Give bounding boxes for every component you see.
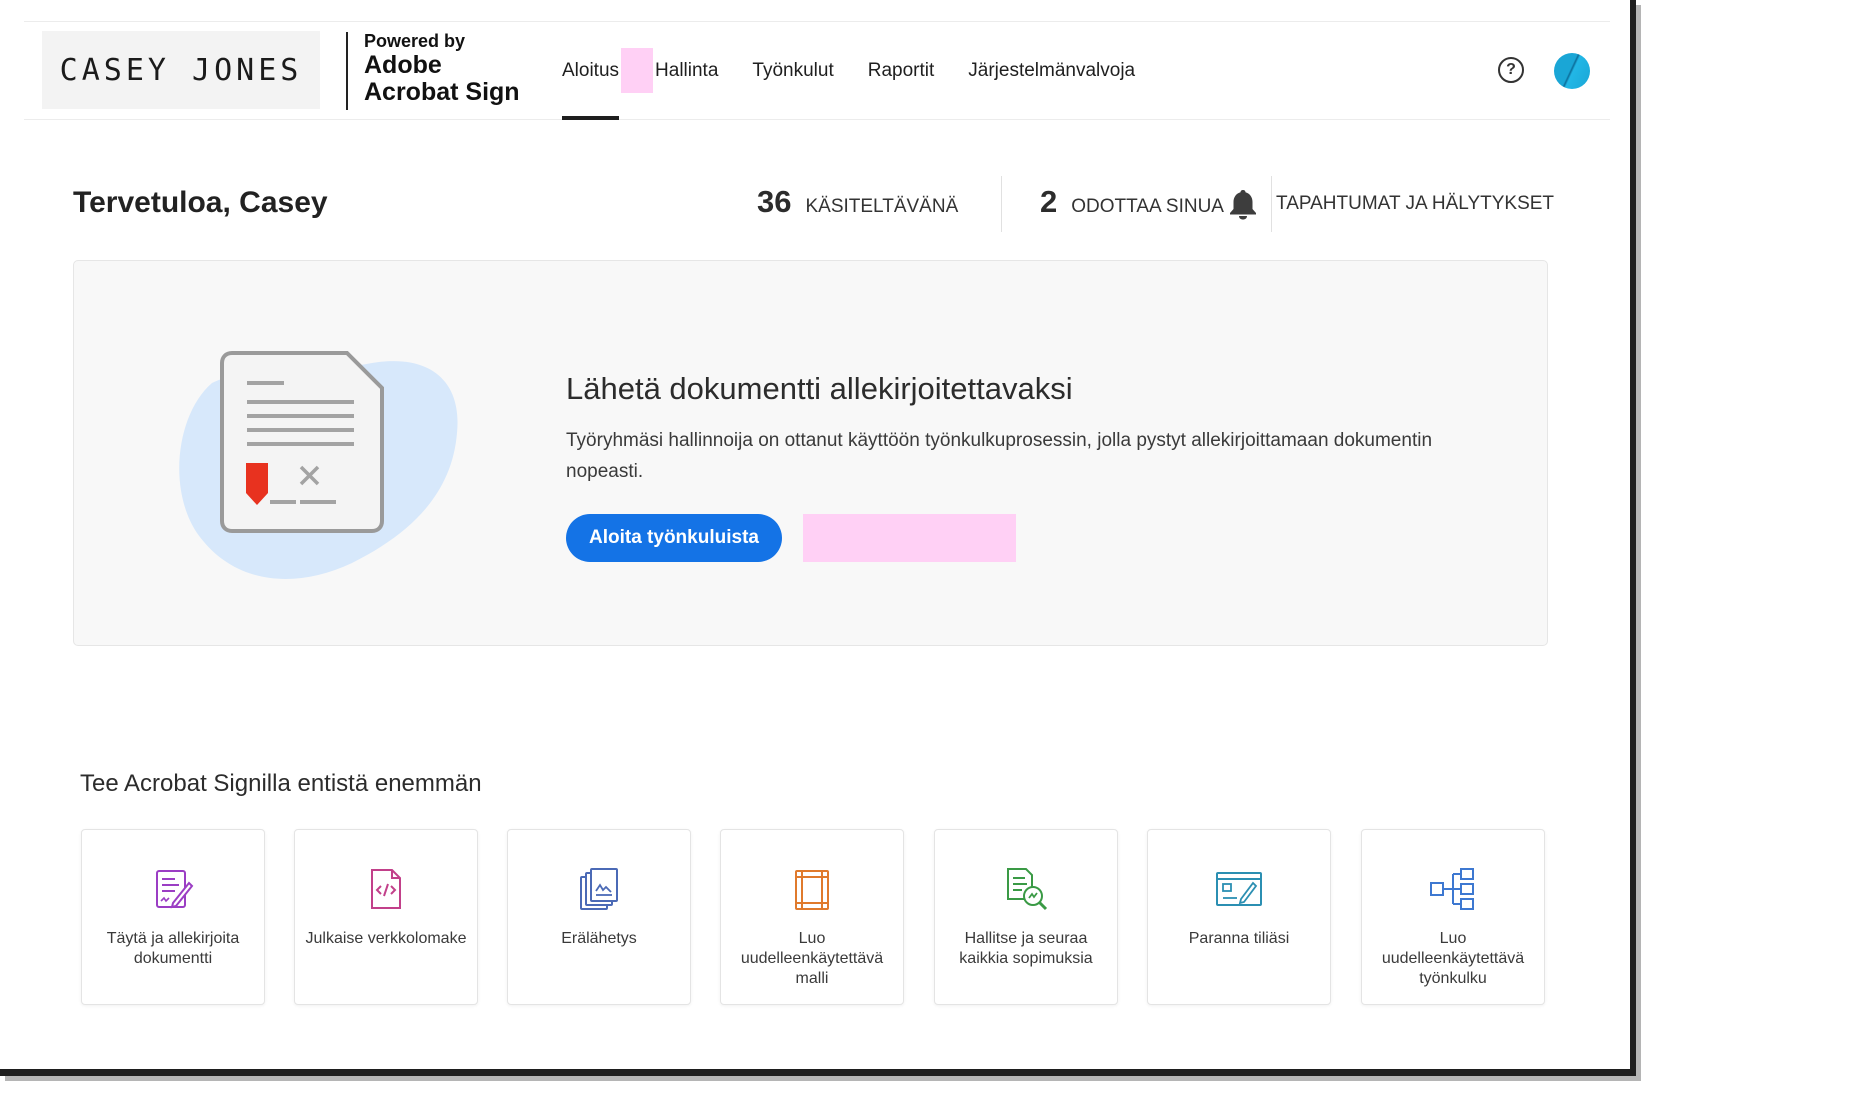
tile-bulk-send[interactable]: Erälähetys — [507, 829, 691, 1005]
document-illustration-icon — [179, 351, 458, 579]
web-form-icon — [371, 869, 401, 909]
tile-label: Julkaise verkkolomake — [305, 930, 467, 947]
tile-fill-and-sign[interactable]: Täytä ja allekirjoita dokumentti — [81, 829, 265, 1005]
tile-label: Luo uudelleenkäytettävä työnkulku — [1381, 930, 1525, 987]
stat-waiting-for-you[interactable]: 2 ODOTTAA SINUA — [1040, 184, 1224, 220]
tile-create-template[interactable]: Luo uudelleenkäytettävä malli — [720, 829, 904, 1005]
start-from-workflows-button[interactable]: Aloita työnkuluista — [566, 514, 782, 562]
stat-count: 36 — [757, 184, 792, 219]
product-name-line2: Acrobat Sign — [364, 78, 520, 107]
powered-by-branding: Powered by Adobe Acrobat Sign — [364, 31, 520, 107]
tile-publish-web-form[interactable]: Julkaise verkkolomake — [294, 829, 478, 1005]
user-avatar[interactable] — [1554, 53, 1590, 89]
welcome-heading: Tervetuloa, Casey — [73, 186, 328, 219]
manage-agreements-icon — [1007, 868, 1048, 911]
help-icon[interactable]: ? — [1498, 57, 1524, 83]
tab-raportit[interactable]: Raportit — [868, 22, 935, 119]
fill-sign-icon — [156, 870, 194, 909]
stat-label: ODOTTAA SINUA — [1071, 196, 1224, 217]
top-header: CASEY JONES Powered by Adobe Acrobat Sig… — [24, 21, 1610, 120]
stat-in-progress[interactable]: 36 KÄSITELTÄVÄNÄ — [757, 184, 958, 220]
brand-divider — [346, 32, 348, 110]
events-and-alerts[interactable]: TAPAHTUMAT JA HÄLYTYKSET — [1228, 188, 1554, 220]
bell-icon — [1230, 190, 1256, 220]
tile-label: Paranna tiliäsi — [1188, 930, 1290, 947]
workflow-icon — [1430, 868, 1474, 910]
tab-hallinta[interactable]: Hallinta — [655, 22, 718, 119]
hero-description: Työryhmäsi hallinnoija on ottanut käyttö… — [566, 430, 1433, 482]
tile-label: Hallitse ja seuraa kaikkia sopimuksia — [959, 930, 1093, 967]
divider — [1001, 176, 1002, 232]
tile-label: Erälähetys — [561, 930, 637, 947]
highlight-marker — [803, 514, 1016, 562]
section-title: Tee Acrobat Signilla entistä enemmän — [80, 770, 482, 797]
tile-upgrade-account[interactable]: Paranna tiliäsi — [1147, 829, 1331, 1005]
app-window: CASEY JONES Powered by Adobe Acrobat Sig… — [0, 0, 1636, 1076]
stat-label: KÄSITELTÄVÄNÄ — [805, 196, 959, 217]
tab-jarjestelmanvalvoja[interactable]: Järjestelmänvalvoja — [968, 22, 1135, 119]
template-icon — [795, 870, 829, 910]
product-name-line1: Adobe — [364, 50, 442, 79]
send-document-card: Lähetä dokumentti allekirjoitettavaksi T… — [73, 260, 1548, 646]
hero-title: Lähetä dokumentti allekirjoitettavaksi — [566, 371, 1073, 406]
main-nav: Aloitus Hallinta Työnkulut Raportit Järj… — [562, 22, 1135, 120]
tab-aloitus[interactable]: Aloitus — [562, 22, 620, 120]
tile-manage-agreements[interactable]: Hallitse ja seuraa kaikkia sopimuksia — [934, 829, 1118, 1005]
tile-label: Täytä ja allekirjoita dokumentti — [106, 930, 240, 967]
stat-count: 2 — [1040, 184, 1058, 219]
tile-create-workflow[interactable]: Luo uudelleenkäytettävä työnkulku — [1361, 829, 1545, 1005]
upgrade-account-icon — [1216, 872, 1262, 906]
tab-tyonkulut[interactable]: Työnkulut — [752, 22, 833, 119]
bulk-send-icon — [580, 868, 618, 910]
highlight-marker — [621, 48, 654, 93]
company-logo[interactable]: CASEY JONES — [42, 31, 320, 109]
powered-by-text: Powered by — [364, 31, 466, 51]
events-label: TAPAHTUMAT JA HÄLYTYKSET — [1276, 193, 1555, 214]
tile-label: Luo uudelleenkäytettävä malli — [740, 930, 884, 987]
